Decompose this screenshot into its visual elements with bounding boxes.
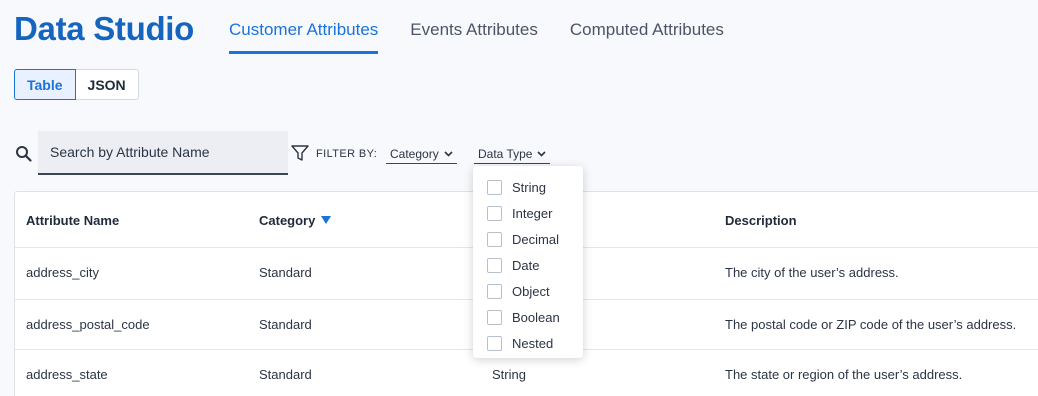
description-cell: The postal code or ZIP code of the user’… xyxy=(725,317,1017,332)
category-filter-label: Category xyxy=(390,146,439,161)
description-cell: The city of the user’s address. xyxy=(725,265,899,280)
option-label: Object xyxy=(512,283,550,299)
attribute-name-cell: address_postal_code xyxy=(26,317,150,332)
data-type-option-boolean[interactable]: Boolean xyxy=(473,304,583,330)
data-type-filter-dropdown[interactable]: Data Type xyxy=(474,144,551,164)
data-type-dropdown-menu: String Integer Decimal Date Object Boole… xyxy=(473,166,583,358)
checkbox[interactable] xyxy=(487,309,502,325)
checkbox[interactable] xyxy=(487,179,502,195)
tab-events-attributes[interactable]: Events Attributes xyxy=(410,18,538,54)
data-type-cell: String xyxy=(492,367,526,382)
search-field xyxy=(38,131,288,175)
data-type-option-decimal[interactable]: Decimal xyxy=(473,226,583,252)
data-type-option-nested[interactable]: Nested xyxy=(473,330,583,356)
data-type-option-date[interactable]: Date xyxy=(473,252,583,278)
option-label: Nested xyxy=(512,335,554,351)
tab-customer-attributes[interactable]: Customer Attributes xyxy=(229,18,379,54)
column-header-category-label: Category xyxy=(259,213,316,228)
checkbox[interactable] xyxy=(487,205,502,221)
filter-by-label: FILTER BY: xyxy=(316,148,378,160)
option-label: Integer xyxy=(512,205,553,221)
view-toggle: Table JSON xyxy=(14,69,139,100)
sort-desc-icon xyxy=(321,216,332,224)
tab-bar: Customer Attributes Events Attributes Co… xyxy=(229,18,756,54)
data-type-option-object[interactable]: Object xyxy=(473,278,583,304)
search-input[interactable] xyxy=(38,131,288,173)
filter-icon xyxy=(291,145,309,161)
checkbox[interactable] xyxy=(487,283,502,299)
category-cell: Standard xyxy=(259,367,312,382)
table-view-button[interactable]: Table xyxy=(14,69,76,100)
category-filter-dropdown[interactable]: Category xyxy=(386,144,457,164)
chevron-down-icon xyxy=(537,150,547,157)
category-cell: Standard xyxy=(259,317,312,332)
description-cell: The state or region of the user’s addres… xyxy=(725,367,963,382)
data-type-option-string[interactable]: String xyxy=(473,174,583,200)
json-view-button[interactable]: JSON xyxy=(75,69,139,100)
attribute-name-cell: address_city xyxy=(26,265,99,280)
option-label: String xyxy=(512,179,546,195)
chevron-down-icon xyxy=(444,150,453,157)
option-label: Boolean xyxy=(512,309,560,325)
attribute-name-cell: address_state xyxy=(26,367,108,382)
checkbox[interactable] xyxy=(487,231,502,247)
tab-computed-attributes[interactable]: Computed Attributes xyxy=(570,18,724,54)
category-cell: Standard xyxy=(259,265,312,280)
option-label: Date xyxy=(512,257,540,273)
data-type-option-integer[interactable]: Integer xyxy=(473,200,583,226)
option-label: Decimal xyxy=(512,231,559,247)
column-header-attribute-name[interactable]: Attribute Name xyxy=(26,213,119,228)
checkbox[interactable] xyxy=(487,335,502,351)
checkbox[interactable] xyxy=(487,257,502,273)
search-icon xyxy=(16,146,32,162)
column-header-description[interactable]: Description xyxy=(725,213,797,228)
column-header-category[interactable]: Category xyxy=(259,213,332,228)
app-title: Data Studio xyxy=(14,10,195,47)
data-type-filter-label: Data Type xyxy=(478,146,533,161)
